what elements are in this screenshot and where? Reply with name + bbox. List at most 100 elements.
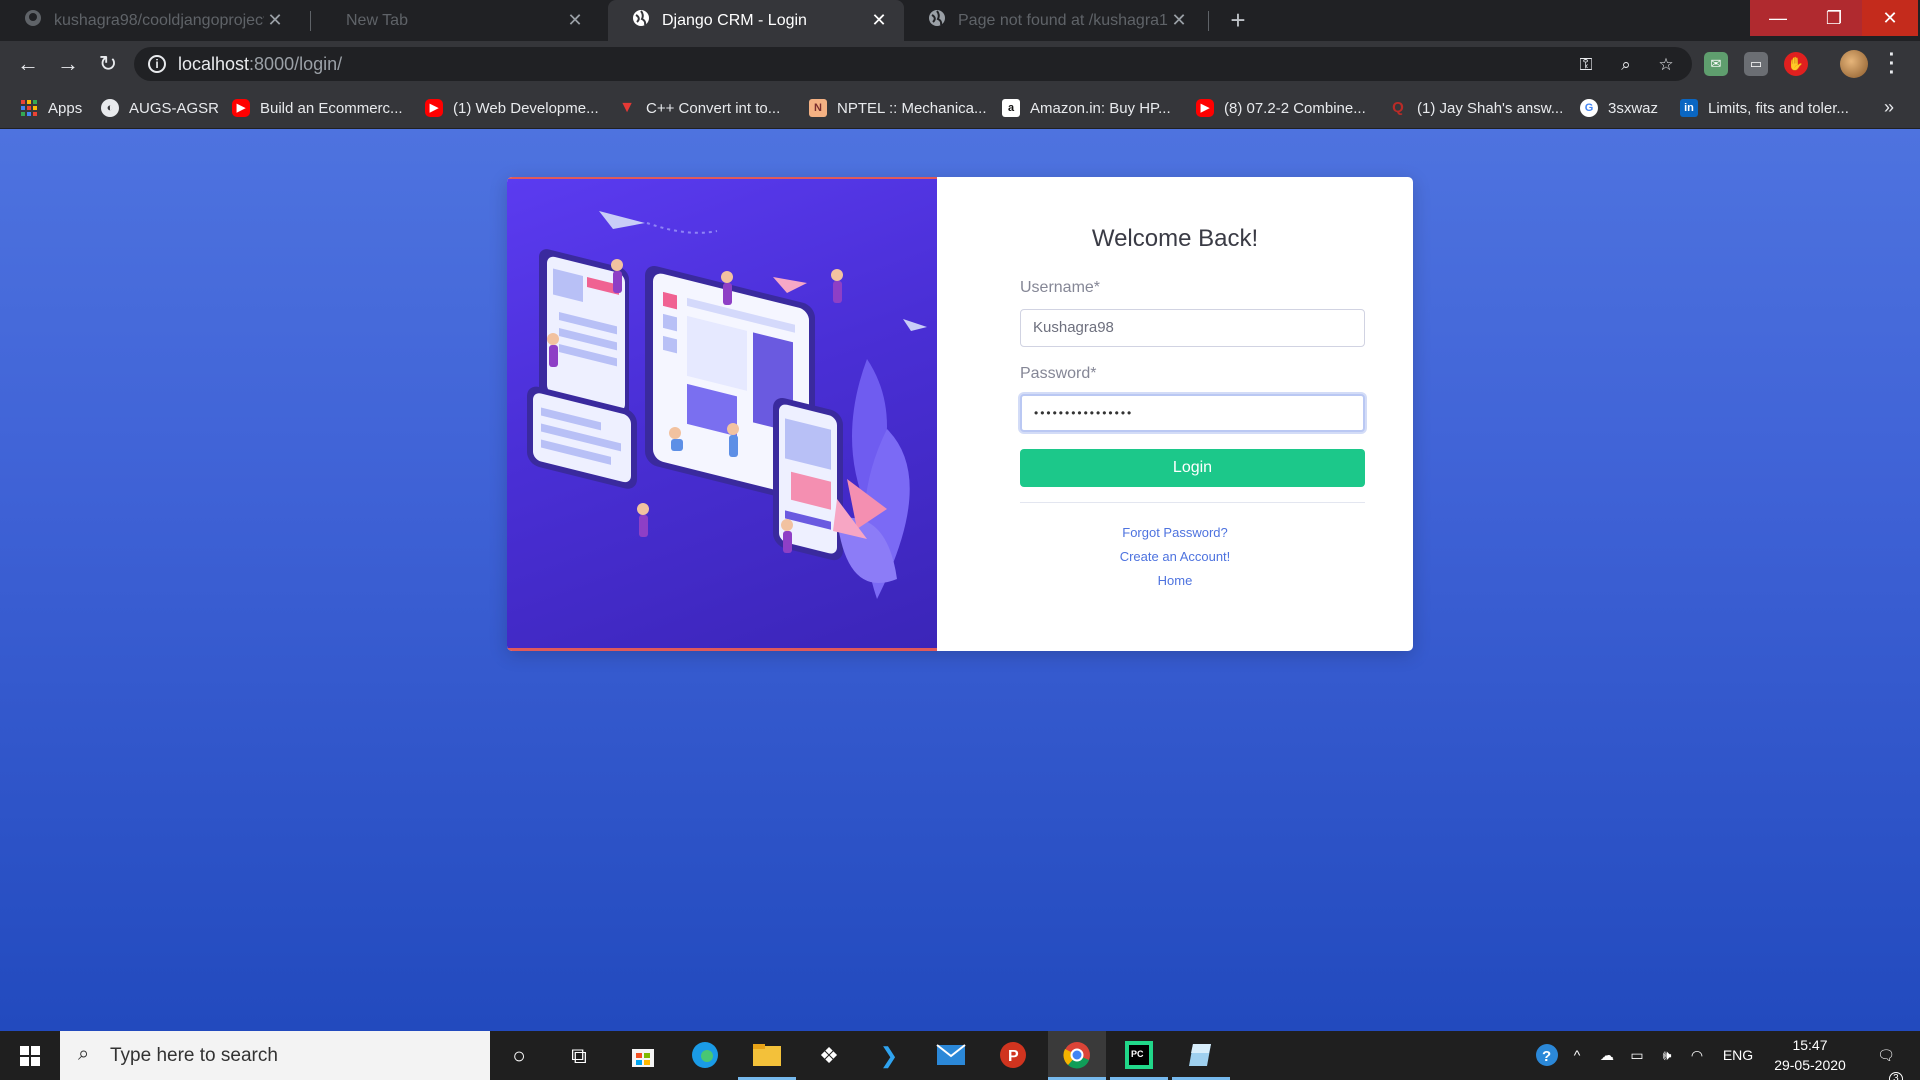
bookmark-3sxwaz[interactable]: G 3sxwaz [1580,97,1658,119]
bookmark-label: 3sxwaz [1608,99,1659,117]
adblock-icon[interactable]: ✋ [1784,52,1808,76]
home-link[interactable]: Home [937,573,1413,588]
bookmark-nptel[interactable]: N NPTEL :: Mechanica... [809,97,987,119]
back-button[interactable]: ← [12,48,44,80]
bookmark-ecommerce[interactable]: ▶ Build an Ecommerc... [232,97,403,119]
tab-page-not-found[interactable]: Page not found at /kushagra1998 ✕ [904,0,1204,41]
dropbox-icon[interactable]: ❖ [800,1031,858,1080]
new-tab-button[interactable]: + [1222,4,1254,36]
quora-icon: Q [1392,99,1404,116]
bookmark-quora[interactable]: Q (1) Jay Shah's answ... [1389,97,1563,119]
bookmarks-overflow-button[interactable]: » [1884,97,1894,118]
browser-toolbar: ← → ↻ i localhost:8000/login/ ⚿ ⌕ ☆ ✉ ▭ … [0,41,1920,87]
chrome-icon[interactable] [1048,1031,1106,1080]
globe-icon [928,9,946,32]
forgot-password-link[interactable]: Forgot Password? [937,525,1413,540]
cortana-icon[interactable]: ○ [490,1031,548,1080]
close-icon[interactable]: ✕ [1168,10,1190,31]
bookmark-label: Apps [48,99,83,117]
windows-logo-icon [20,1046,40,1066]
extension-icon[interactable]: ▭ [1744,52,1768,76]
bookmark-cpp[interactable]: ▼ C++ Convert int to... [618,97,780,119]
avatar[interactable] [1840,50,1868,78]
store-icon[interactable] [614,1031,672,1080]
close-icon[interactable]: ✕ [564,10,586,31]
edge-icon[interactable] [676,1031,734,1080]
create-account-link[interactable]: Create an Account! [937,549,1413,564]
tab-title: New Tab [346,11,408,29]
linkedin-icon: in [1680,99,1698,117]
youtube-icon: ▶ [232,99,250,117]
bookmark-label: C++ Convert int to... [646,99,781,117]
language-indicator[interactable]: ENG [1718,1031,1758,1080]
amazon-icon: a [1002,99,1020,117]
login-button[interactable]: Login [1020,449,1365,487]
close-icon[interactable]: ✕ [868,10,890,31]
file-explorer-icon[interactable] [738,1031,796,1080]
notifications-icon[interactable]: 🗨 3 [1868,1031,1904,1080]
star-icon[interactable]: ☆ [1654,53,1678,77]
bookmark-amazon[interactable]: a Amazon.in: Buy HP... [1002,97,1171,119]
username-field[interactable]: Kushagra98 [1020,309,1365,347]
close-window-button[interactable]: ✕ [1862,0,1918,36]
windows-start-button[interactable] [0,1031,60,1080]
divider [1020,502,1365,503]
tab-strip: kushagra98/cooldjangoproject ✕ New Tab ✕… [0,0,1920,41]
bookmark-limits[interactable]: in Limits, fits and toler... [1680,97,1849,119]
close-icon[interactable]: ✕ [264,10,286,31]
bookmark-label: AUGS-AGSR [129,99,220,117]
tab-new-tab[interactable]: New Tab ✕ [310,0,600,41]
vscode-icon[interactable]: ❯ [860,1031,918,1080]
tab-django-crm-login[interactable]: Django CRM - Login ✕ [608,0,904,41]
zoom-icon[interactable]: ⌕ [1614,53,1638,77]
google-icon: G [1580,99,1598,117]
bookmark-label: Limits, fits and toler... [1708,99,1849,117]
isometric-illustration-icon [527,211,927,599]
bookmark-web-dev[interactable]: ▶ (1) Web Developme... [425,97,599,119]
password-field[interactable]: •••••••••••••••• [1020,394,1365,432]
v-logo-icon: ▼ [619,99,635,116]
notification-count: 3 [1888,1072,1903,1080]
bookmark-label: Amazon.in: Buy HP... [1030,99,1171,117]
forward-button[interactable]: → [52,48,84,80]
menu-icon[interactable]: · · · [1882,45,1902,83]
wifi-icon[interactable]: ◠ [1684,1031,1710,1080]
bookmark-youtube-combine[interactable]: ▶ (8) 07.2-2 Combine... [1196,97,1366,119]
url-text[interactable]: localhost:8000/login/ [178,54,342,75]
clock[interactable]: 15:47 29-05-2020 [1768,1035,1852,1075]
tab-title: Page not found at /kushagra1998 [958,11,1168,29]
bookmark-apps[interactable]: Apps [20,97,82,119]
login-card: Welcome Back! Username* Kushagra98 Passw… [507,177,1413,651]
notepad-icon[interactable] [1172,1031,1230,1080]
clock-time: 15:47 [1792,1037,1828,1053]
p-app-icon[interactable]: P [984,1031,1042,1080]
taskbar-search-input[interactable]: ⌕ Type here to search [60,1031,490,1080]
mail-icon[interactable] [922,1031,980,1080]
tab-github[interactable]: kushagra98/cooldjangoproject ✕ [0,0,300,41]
taskbar: ⌕ Type here to search ○ ⧉ ❖ ❯ P PC ? ^ ☁… [0,1031,1920,1080]
task-view-icon[interactable]: ⧉ [550,1031,608,1080]
bookmark-augs[interactable]: ◐ AUGS-AGSR [101,97,219,119]
info-icon[interactable]: i [148,55,166,73]
address-bar[interactable]: i localhost:8000/login/ ⚿ ⌕ ☆ [134,47,1692,81]
github-icon [24,9,42,32]
globe-icon [632,9,650,32]
bookmarks-bar: Apps ◐ AUGS-AGSR ▶ Build an Ecommerc... … [0,87,1920,129]
chevron-up-icon[interactable]: ^ [1566,1031,1588,1080]
bookmark-label: Build an Ecommerc... [260,99,403,117]
extension-icon[interactable]: ✉ [1704,52,1728,76]
tab-title: Django CRM - Login [662,11,807,29]
login-form: Welcome Back! Username* Kushagra98 Passw… [937,177,1413,651]
key-icon[interactable]: ⚿ [1574,53,1598,77]
help-icon[interactable]: ? [1532,1031,1562,1080]
reload-button[interactable]: ↻ [92,48,124,80]
minimize-button[interactable]: — [1750,0,1806,36]
restore-button[interactable]: ❐ [1806,0,1862,36]
onedrive-icon[interactable]: ☁ [1594,1031,1620,1080]
apps-grid-icon [20,99,38,117]
login-illustration [507,177,937,651]
battery-icon[interactable]: ▭ [1624,1031,1650,1080]
pycharm-icon[interactable]: PC [1110,1031,1168,1080]
bookmark-label: NPTEL :: Mechanica... [837,99,987,117]
volume-icon[interactable]: 🕪 [1654,1031,1680,1080]
